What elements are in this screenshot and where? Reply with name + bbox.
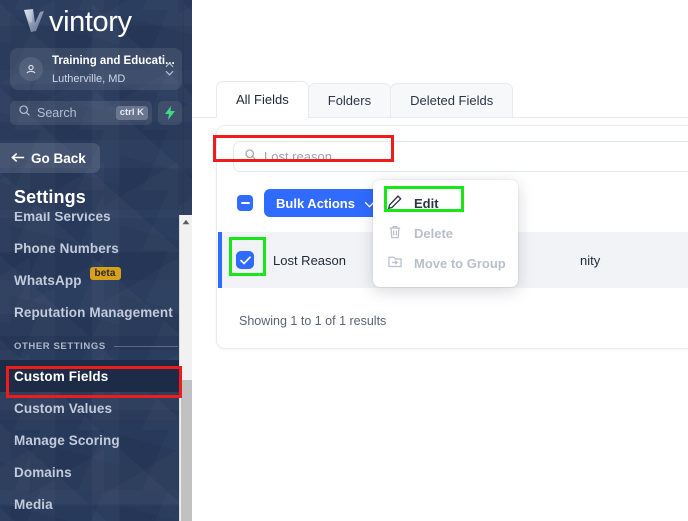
sidebar-item-reputation-management[interactable]: Reputation Management xyxy=(0,296,192,328)
sidebar-section-other-settings: OTHER SETTINGS xyxy=(0,332,192,360)
field-search-value: Lost reason xyxy=(264,149,332,164)
caret-up-icon[interactable] xyxy=(180,215,192,229)
sidebar-item-phone-numbers[interactable]: Phone Numbers xyxy=(0,232,192,264)
sidebar-item-whatsapp[interactable]: WhatsApp beta xyxy=(0,264,192,296)
select-all-checkbox[interactable] xyxy=(237,195,253,211)
bulk-actions-label: Bulk Actions xyxy=(276,196,355,211)
app-root: vintory Training and Educati... Luthervi… xyxy=(0,0,688,521)
sidebar-item-label: Custom Fields xyxy=(14,369,108,384)
sidebar-item-label: Reputation Management xyxy=(14,305,173,320)
scrollbar-thumb[interactable] xyxy=(181,380,192,521)
arrow-left-icon xyxy=(11,151,25,166)
sidebar-item-label: Email Services xyxy=(14,212,111,224)
search-icon xyxy=(244,148,257,166)
location-pin-icon xyxy=(19,57,43,81)
bulk-actions-menu: Edit Delete xyxy=(373,180,518,287)
row-field-name: Lost Reason xyxy=(273,253,346,268)
pencil-icon xyxy=(387,194,403,213)
row-object-name: nity xyxy=(580,253,600,268)
search-input[interactable]: Search ctrl K xyxy=(10,101,152,125)
row-checkbox[interactable] xyxy=(236,251,254,269)
results-summary: Showing 1 to 1 of 1 results xyxy=(239,314,386,328)
sidebar-item-label: Custom Values xyxy=(14,401,112,416)
sidebar-search-row: Search ctrl K xyxy=(10,101,182,125)
sidebar-item-label: Domains xyxy=(14,465,72,480)
menu-item-edit[interactable]: Edit xyxy=(373,188,518,218)
search-icon xyxy=(18,104,31,122)
location-sub: Lutherville, MD xyxy=(52,73,125,85)
main-content: All Fields Folders Deleted Fields Lost r… xyxy=(192,0,688,521)
sidebar-section-label: OTHER SETTINGS xyxy=(14,341,106,352)
tab-label: Deleted Fields xyxy=(410,93,493,108)
tabs-bar: All Fields Folders Deleted Fields xyxy=(192,0,688,118)
menu-item-label: Edit xyxy=(414,196,439,211)
tab-deleted-fields[interactable]: Deleted Fields xyxy=(390,83,513,117)
page-title: Settings xyxy=(14,187,192,208)
brand-logo[interactable]: vintory xyxy=(0,0,192,40)
sidebar-item-custom-values[interactable]: Custom Values xyxy=(0,392,192,424)
sidebar-item-label: Manage Scoring xyxy=(14,433,120,448)
sidebar-item-label: Phone Numbers xyxy=(14,241,119,256)
sidebar: vintory Training and Educati... Luthervi… xyxy=(0,0,192,521)
divider xyxy=(114,346,178,347)
sidebar-item-label: WhatsApp xyxy=(14,273,82,288)
search-shortcut-badge: ctrl K xyxy=(116,106,148,120)
sidebar-item-media[interactable]: Media xyxy=(0,488,192,520)
brand-name: vintory xyxy=(49,7,132,37)
bulk-actions-button[interactable]: Bulk Actions xyxy=(264,189,387,217)
sidebar-item-email-services[interactable]: Email Services xyxy=(0,212,192,232)
field-search-input[interactable]: Lost reason xyxy=(233,141,688,172)
sidebar-scrollbar[interactable] xyxy=(179,215,192,521)
row-accent-bar xyxy=(218,232,222,288)
menu-item-delete: Delete xyxy=(373,218,518,248)
beta-badge: beta xyxy=(90,267,121,280)
menu-item-label: Move to Group xyxy=(414,256,506,271)
sidebar-item-manage-scoring[interactable]: Manage Scoring xyxy=(0,424,192,456)
go-back-label: Go Back xyxy=(31,151,86,166)
tab-all-fields[interactable]: All Fields xyxy=(216,81,309,117)
sidebar-item-label: Media xyxy=(14,497,53,512)
settings-nav-scroll: Email Services Phone Numbers WhatsApp be… xyxy=(0,212,192,521)
vintory-v-mark-icon xyxy=(22,7,46,35)
chevron-up-down-icon xyxy=(165,62,174,76)
location-name: Training and Educati... xyxy=(52,55,175,67)
tabs: All Fields Folders Deleted Fields xyxy=(216,81,512,117)
move-to-folder-icon xyxy=(387,254,403,273)
tab-folders[interactable]: Folders xyxy=(308,83,391,117)
go-back-button[interactable]: Go Back xyxy=(0,143,100,173)
trash-icon xyxy=(387,224,403,243)
bolt-icon[interactable] xyxy=(158,101,182,125)
checkmark-icon xyxy=(240,256,251,265)
search-placeholder: Search xyxy=(37,106,110,120)
menu-item-label: Delete xyxy=(414,226,453,241)
tab-label: All Fields xyxy=(236,92,289,107)
sidebar-item-domains[interactable]: Domains xyxy=(0,456,192,488)
tab-label: Folders xyxy=(328,93,371,108)
menu-item-move-to-group: Move to Group xyxy=(373,248,518,278)
location-switcher[interactable]: Training and Educati... Lutherville, MD xyxy=(10,48,182,90)
sidebar-item-custom-fields[interactable]: Custom Fields xyxy=(0,360,192,392)
